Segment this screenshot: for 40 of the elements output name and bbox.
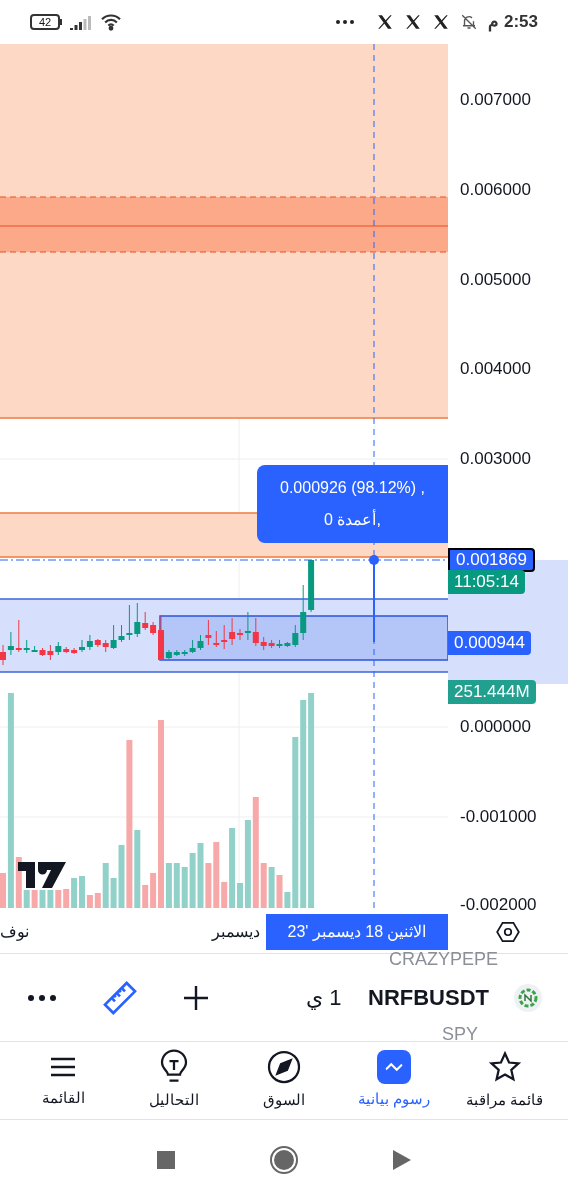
more-icon[interactable] — [28, 994, 56, 1001]
battery-icon: 42 — [30, 14, 62, 30]
price-axis-label: 0.007000 — [460, 91, 531, 108]
price-tag: 251.444M — [448, 680, 536, 704]
price-tag: 0.000944 — [448, 631, 531, 655]
back-icon[interactable] — [393, 1150, 411, 1170]
symbol-logo-icon — [514, 983, 542, 1012]
price-axis-label: 0.003000 — [460, 450, 531, 467]
price-axis-label: 0.005000 — [460, 271, 531, 288]
nav-tab[interactable]: التحاليل — [118, 1049, 229, 1112]
time-axis-label: نوف — [0, 921, 29, 943]
nav-tab[interactable]: قائمة مراقبة — [449, 1049, 560, 1112]
logo-icon — [18, 862, 66, 888]
x-notification-icon — [404, 13, 423, 31]
symbol-name[interactable]: NRFBUSDT — [368, 981, 489, 1014]
signal-icon — [70, 14, 92, 30]
measure-bars-text: 0 أعمدة, — [324, 508, 381, 530]
compass-icon — [266, 1049, 302, 1086]
price-axis-label: -0.001000 — [460, 808, 537, 825]
price-tag: 11:05:14 — [448, 570, 525, 594]
price-axis-label: -0.002000 — [460, 896, 537, 913]
price-tag: 0.001869 — [448, 548, 535, 572]
watchlist-symbol: SPY — [441, 1025, 478, 1043]
nav-tab[interactable]: القائمة — [7, 1051, 119, 1110]
more-icon — [336, 20, 355, 24]
interval-button[interactable]: 1 ي — [306, 981, 342, 1014]
price-axis-label: 0.004000 — [460, 360, 531, 377]
nav-tab[interactable]: السوق — [228, 1049, 340, 1112]
price-axis-label: 0.000000 — [460, 718, 531, 735]
nav-tab[interactable]: رسوم بيانية — [339, 1050, 450, 1111]
measure-change-text: 0.000926 (98.12%) , — [280, 478, 425, 498]
crosshair-date-label: الاثنين 18 ديسمبر '23 — [266, 913, 448, 950]
muted-bell-icon — [460, 13, 479, 31]
wifi-icon — [100, 13, 122, 31]
time-axis-label: ديسمبر — [212, 921, 260, 943]
x-notification-icon — [432, 13, 451, 31]
home-icon[interactable] — [270, 1146, 298, 1174]
watchlist-symbol: CRAZYPEPE — [388, 950, 498, 968]
price-axis-label: 0.006000 — [460, 181, 531, 198]
x-notification-icon — [376, 13, 395, 31]
